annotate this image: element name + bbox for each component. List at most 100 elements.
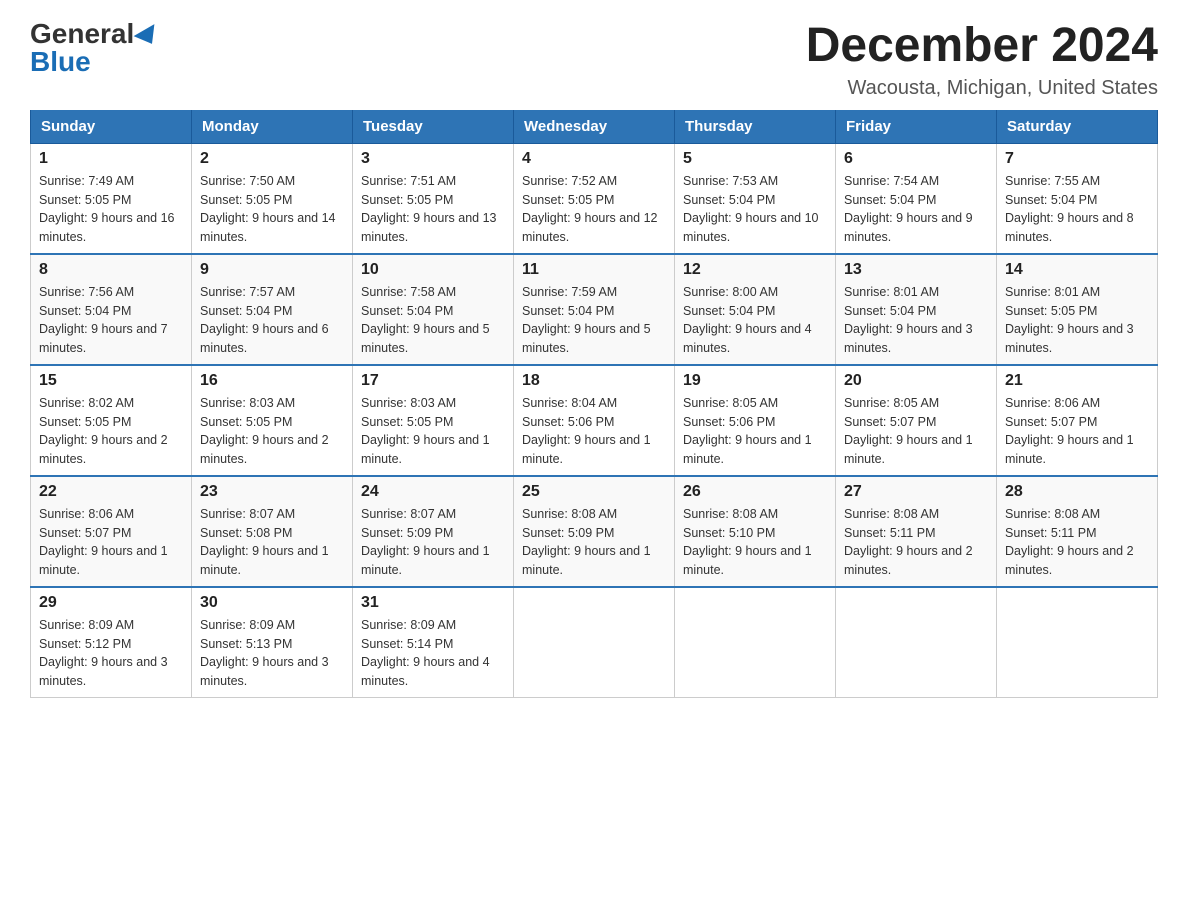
day-number: 12	[683, 261, 827, 279]
day-number: 18	[522, 372, 666, 390]
day-cell: 4 Sunrise: 7:52 AM Sunset: 5:05 PM Dayli…	[514, 143, 675, 254]
day-number: 5	[683, 150, 827, 168]
logo-bottom-line: Blue	[30, 48, 91, 76]
day-cell: 19 Sunrise: 8:05 AM Sunset: 5:06 PM Dayl…	[675, 365, 836, 476]
day-cell: 18 Sunrise: 8:04 AM Sunset: 5:06 PM Dayl…	[514, 365, 675, 476]
day-number: 17	[361, 372, 505, 390]
day-cell: 17 Sunrise: 8:03 AM Sunset: 5:05 PM Dayl…	[353, 365, 514, 476]
day-cell: 21 Sunrise: 8:06 AM Sunset: 5:07 PM Dayl…	[997, 365, 1158, 476]
day-info: Sunrise: 8:08 AM Sunset: 5:11 PM Dayligh…	[844, 505, 988, 580]
day-number: 19	[683, 372, 827, 390]
month-title: December 2024	[806, 20, 1158, 73]
day-info: Sunrise: 8:07 AM Sunset: 5:08 PM Dayligh…	[200, 505, 344, 580]
day-cell: 10 Sunrise: 7:58 AM Sunset: 5:04 PM Dayl…	[353, 254, 514, 365]
day-info: Sunrise: 7:54 AM Sunset: 5:04 PM Dayligh…	[844, 172, 988, 247]
location-subtitle: Wacousta, Michigan, United States	[806, 77, 1158, 100]
days-of-week-row: Sunday Monday Tuesday Wednesday Thursday…	[31, 110, 1158, 144]
day-number: 10	[361, 261, 505, 279]
day-info: Sunrise: 8:08 AM Sunset: 5:09 PM Dayligh…	[522, 505, 666, 580]
day-cell: 3 Sunrise: 7:51 AM Sunset: 5:05 PM Dayli…	[353, 143, 514, 254]
day-info: Sunrise: 8:06 AM Sunset: 5:07 PM Dayligh…	[39, 505, 183, 580]
col-thursday: Thursday	[675, 110, 836, 144]
week-row-1: 1 Sunrise: 7:49 AM Sunset: 5:05 PM Dayli…	[31, 143, 1158, 254]
day-info: Sunrise: 8:01 AM Sunset: 5:05 PM Dayligh…	[1005, 283, 1149, 358]
day-cell: 24 Sunrise: 8:07 AM Sunset: 5:09 PM Dayl…	[353, 476, 514, 587]
day-number: 16	[200, 372, 344, 390]
logo-top-line: General	[30, 20, 160, 48]
day-cell: 6 Sunrise: 7:54 AM Sunset: 5:04 PM Dayli…	[836, 143, 997, 254]
day-info: Sunrise: 8:00 AM Sunset: 5:04 PM Dayligh…	[683, 283, 827, 358]
day-info: Sunrise: 8:06 AM Sunset: 5:07 PM Dayligh…	[1005, 394, 1149, 469]
day-number: 21	[1005, 372, 1149, 390]
day-cell: 31 Sunrise: 8:09 AM Sunset: 5:14 PM Dayl…	[353, 587, 514, 698]
col-tuesday: Tuesday	[353, 110, 514, 144]
day-info: Sunrise: 8:05 AM Sunset: 5:07 PM Dayligh…	[844, 394, 988, 469]
day-cell: 30 Sunrise: 8:09 AM Sunset: 5:13 PM Dayl…	[192, 587, 353, 698]
day-cell: 13 Sunrise: 8:01 AM Sunset: 5:04 PM Dayl…	[836, 254, 997, 365]
day-number: 28	[1005, 483, 1149, 501]
day-cell: 8 Sunrise: 7:56 AM Sunset: 5:04 PM Dayli…	[31, 254, 192, 365]
week-row-2: 8 Sunrise: 7:56 AM Sunset: 5:04 PM Dayli…	[31, 254, 1158, 365]
day-info: Sunrise: 8:03 AM Sunset: 5:05 PM Dayligh…	[361, 394, 505, 469]
day-cell: 26 Sunrise: 8:08 AM Sunset: 5:10 PM Dayl…	[675, 476, 836, 587]
day-number: 22	[39, 483, 183, 501]
week-row-4: 22 Sunrise: 8:06 AM Sunset: 5:07 PM Dayl…	[31, 476, 1158, 587]
day-cell: 28 Sunrise: 8:08 AM Sunset: 5:11 PM Dayl…	[997, 476, 1158, 587]
col-monday: Monday	[192, 110, 353, 144]
day-cell: 9 Sunrise: 7:57 AM Sunset: 5:04 PM Dayli…	[192, 254, 353, 365]
day-number: 27	[844, 483, 988, 501]
day-number: 20	[844, 372, 988, 390]
day-cell: 2 Sunrise: 7:50 AM Sunset: 5:05 PM Dayli…	[192, 143, 353, 254]
day-info: Sunrise: 7:58 AM Sunset: 5:04 PM Dayligh…	[361, 283, 505, 358]
day-number: 30	[200, 594, 344, 612]
day-number: 11	[522, 261, 666, 279]
day-info: Sunrise: 7:51 AM Sunset: 5:05 PM Dayligh…	[361, 172, 505, 247]
day-info: Sunrise: 7:59 AM Sunset: 5:04 PM Dayligh…	[522, 283, 666, 358]
day-info: Sunrise: 8:08 AM Sunset: 5:10 PM Dayligh…	[683, 505, 827, 580]
day-cell: 12 Sunrise: 8:00 AM Sunset: 5:04 PM Dayl…	[675, 254, 836, 365]
col-wednesday: Wednesday	[514, 110, 675, 144]
day-number: 23	[200, 483, 344, 501]
week-row-5: 29 Sunrise: 8:09 AM Sunset: 5:12 PM Dayl…	[31, 587, 1158, 698]
day-info: Sunrise: 7:50 AM Sunset: 5:05 PM Dayligh…	[200, 172, 344, 247]
day-number: 25	[522, 483, 666, 501]
empty-day-cell	[997, 587, 1158, 698]
day-info: Sunrise: 8:09 AM Sunset: 5:14 PM Dayligh…	[361, 616, 505, 691]
day-info: Sunrise: 8:02 AM Sunset: 5:05 PM Dayligh…	[39, 394, 183, 469]
day-cell: 11 Sunrise: 7:59 AM Sunset: 5:04 PM Dayl…	[514, 254, 675, 365]
col-sunday: Sunday	[31, 110, 192, 144]
day-info: Sunrise: 8:09 AM Sunset: 5:12 PM Dayligh…	[39, 616, 183, 691]
day-number: 15	[39, 372, 183, 390]
title-section: December 2024 Wacousta, Michigan, United…	[806, 20, 1158, 100]
day-number: 9	[200, 261, 344, 279]
day-info: Sunrise: 7:52 AM Sunset: 5:05 PM Dayligh…	[522, 172, 666, 247]
day-cell: 5 Sunrise: 7:53 AM Sunset: 5:04 PM Dayli…	[675, 143, 836, 254]
day-cell: 29 Sunrise: 8:09 AM Sunset: 5:12 PM Dayl…	[31, 587, 192, 698]
logo: General Blue	[30, 20, 160, 76]
day-info: Sunrise: 7:53 AM Sunset: 5:04 PM Dayligh…	[683, 172, 827, 247]
day-cell: 23 Sunrise: 8:07 AM Sunset: 5:08 PM Dayl…	[192, 476, 353, 587]
day-info: Sunrise: 7:56 AM Sunset: 5:04 PM Dayligh…	[39, 283, 183, 358]
day-cell: 27 Sunrise: 8:08 AM Sunset: 5:11 PM Dayl…	[836, 476, 997, 587]
day-number: 14	[1005, 261, 1149, 279]
day-number: 13	[844, 261, 988, 279]
logo-general-text: General	[30, 18, 134, 49]
day-cell: 20 Sunrise: 8:05 AM Sunset: 5:07 PM Dayl…	[836, 365, 997, 476]
day-number: 26	[683, 483, 827, 501]
day-info: Sunrise: 7:57 AM Sunset: 5:04 PM Dayligh…	[200, 283, 344, 358]
calendar-header: Sunday Monday Tuesday Wednesday Thursday…	[31, 110, 1158, 144]
day-cell: 25 Sunrise: 8:08 AM Sunset: 5:09 PM Dayl…	[514, 476, 675, 587]
empty-day-cell	[675, 587, 836, 698]
logo-arrow-icon	[134, 24, 163, 50]
logo-blue-text: Blue	[30, 46, 91, 77]
col-friday: Friday	[836, 110, 997, 144]
day-info: Sunrise: 8:07 AM Sunset: 5:09 PM Dayligh…	[361, 505, 505, 580]
day-number: 31	[361, 594, 505, 612]
day-number: 3	[361, 150, 505, 168]
day-cell: 16 Sunrise: 8:03 AM Sunset: 5:05 PM Dayl…	[192, 365, 353, 476]
day-info: Sunrise: 8:05 AM Sunset: 5:06 PM Dayligh…	[683, 394, 827, 469]
day-info: Sunrise: 8:08 AM Sunset: 5:11 PM Dayligh…	[1005, 505, 1149, 580]
calendar-table: Sunday Monday Tuesday Wednesday Thursday…	[30, 110, 1158, 698]
day-info: Sunrise: 8:09 AM Sunset: 5:13 PM Dayligh…	[200, 616, 344, 691]
empty-day-cell	[514, 587, 675, 698]
